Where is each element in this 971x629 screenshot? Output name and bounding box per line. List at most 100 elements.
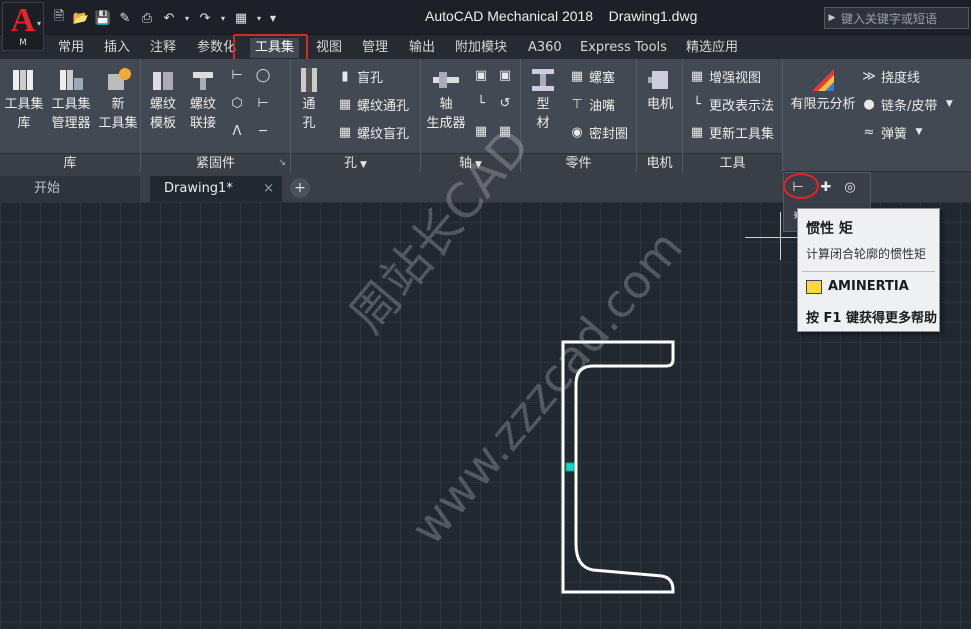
nut-icon[interactable]: ◯ [255,67,271,83]
panel-fasteners: 螺纹 模板 螺纹 联接 ⊢ ◯ ⬡ ⊢ Λ ─ 紧固件 ↘ [141,59,291,172]
shaft-section-icon[interactable]: └ [473,95,489,111]
tab-drawing1[interactable]: Drawing1* × [150,176,282,202]
retaining-ring-icon[interactable]: ↺ [497,95,513,111]
change-representation-button[interactable]: └ 更改表示法 [689,93,774,115]
open-file-icon[interactable]: 📂 [72,9,90,27]
mechanical-label: M [19,38,27,48]
panel-title-tools[interactable]: 工具 [683,153,782,172]
shaft-generator-button[interactable]: 轴 生成器 [423,65,469,133]
tab-featured-apps[interactable]: 精选应用 [686,38,738,58]
bearing-icon[interactable]: ▣ [497,67,513,83]
redo-dropdown-icon[interactable]: ▾ [218,9,228,27]
seal-ring-button[interactable]: ◉ 密封圈 [569,121,628,143]
panel-title-holes[interactable]: 孔 ▼ [291,153,420,172]
update-toolset-button[interactable]: ▦ 更新工具集 [689,121,774,143]
holes-dropdown-icon: ▼ [360,160,367,170]
toolset-manager-button[interactable]: 工具集 管理器 [50,65,92,133]
new-file-icon[interactable]: 🗎 [50,9,68,27]
chain-belt-button[interactable]: ● 链条/皮带 ▼ [861,93,961,115]
moment-of-inertia-icon[interactable]: ⊢ [790,179,806,195]
key-icon[interactable]: ▣ [473,67,489,83]
screw-connection-button[interactable]: 螺纹 联接 [185,65,221,133]
close-tab-icon[interactable]: × [263,176,274,202]
update-toolset-icon: ▦ [690,124,704,140]
screw-calculation-icon[interactable]: ◎ [842,179,858,195]
title-bar: 🗎 📂 💾 ✎ ⎙ ↶ ▾ ↷ ▾ ▦ ▾ ▼ AutoCAD Mechanic… [0,0,971,35]
toolset-library-button[interactable]: 工具集 库 [4,65,44,133]
panel-title-fasteners[interactable]: 紧固件 ↘ [141,153,290,172]
search-expand-icon[interactable]: ▶ [825,13,839,23]
motor-button[interactable]: 电机 [641,65,679,114]
spring-pin-icon[interactable]: Λ [229,123,245,139]
plug-button[interactable]: ▦ 螺塞 [569,65,615,87]
ribbon-tab-bar: 常用 插入 注释 参数化 工具集 视图 管理 输出 附加模块 A360 Expr… [0,35,971,87]
deflection-line-icon: ≫ [862,68,876,84]
through-hole-button[interactable]: 通 孔 [295,65,323,133]
tab-manage[interactable]: 管理 [362,38,388,58]
panel-launcher-icon[interactable]: ↘ [278,154,286,173]
application-menu-button[interactable]: A M ▾ [2,2,44,51]
print-icon[interactable]: ⎙ [138,9,156,27]
rivet-icon[interactable]: ─ [255,123,271,139]
tab-start[interactable]: 开始 [0,176,140,202]
tooltip-command: AMINERTIA [806,279,909,294]
tab-insert[interactable]: 插入 [104,38,130,58]
deflection-line-button[interactable]: ≫ 挠度线 [861,65,920,87]
new-toolset-button[interactable]: 新 工具集 [98,65,138,133]
lube-nipple-button[interactable]: ⊤ 油嘴 [569,93,615,115]
tab-home[interactable]: 常用 [58,38,84,58]
undo-icon[interactable]: ↶ [160,9,178,27]
screw-template-button[interactable]: 螺纹 模板 [145,65,181,133]
screw-connection-icon [188,65,218,95]
i-beam-icon [528,65,558,95]
save-as-icon[interactable]: ✎ [116,9,134,27]
undo-dropdown-icon[interactable]: ▾ [182,9,192,27]
tab-a360[interactable]: A360 [528,38,562,58]
window-title: AutoCAD Mechanical 2018 Drawing1.dwg [425,8,698,24]
grip-point[interactable] [565,462,575,472]
tooltip-title: 惯性 矩 [806,221,853,237]
chain-belt-dropdown-icon: ▼ [945,99,953,109]
workspace-icon[interactable]: ▦ [232,9,250,27]
search-input[interactable]: 键入关键字或短语 [839,10,968,27]
change-representation-icon: └ [693,96,701,112]
pin-icon[interactable]: ⊢ [255,95,271,111]
tooltip-help: 按 F1 键获得更多帮助 [806,311,937,326]
fea-button[interactable]: 有限元分析 [787,65,859,114]
panel-library: 工具集 库 工具集 管理器 新 工具集 库 [0,59,141,172]
tab-addins[interactable]: 附加模块 [455,38,507,58]
panel-title-motor[interactable]: 电机 [637,153,682,172]
new-tab-button[interactable]: + [290,178,310,198]
panel-tools: ▦ 增强视图 └ 更改表示法 ▦ 更新工具集 工具 [683,59,783,172]
tab-express-tools[interactable]: Express Tools [580,38,667,58]
washer-icon[interactable]: ⬡ [229,95,245,111]
spring-button[interactable]: ≈ 弹簧 ▼ [861,121,931,143]
crosshair-horizontal [745,237,805,238]
redo-icon[interactable]: ↷ [196,9,214,27]
spring-icon: ≈ [863,124,875,140]
panel-motor: 电机 电机 [637,59,683,172]
workspace-dropdown-icon[interactable]: ▾ [254,9,264,27]
tab-annotate[interactable]: 注释 [150,38,176,58]
screw-icon[interactable]: ⊢ [229,67,245,83]
tab-parametric[interactable]: 参数化 [197,38,236,58]
tapped-through-hole-button[interactable]: ▦ 螺纹通孔 [337,93,409,115]
customize-qat-icon[interactable]: ▼ [268,9,278,27]
tapped-blind-hole-button[interactable]: ▦ 螺纹盲孔 [337,121,409,143]
blind-hole-button[interactable]: ▮ 盲孔 [337,65,383,87]
beam-icon[interactable]: ✚ [818,179,834,195]
save-icon[interactable]: 💾 [94,9,112,27]
screw-template-icon [148,65,178,95]
panel-title-library[interactable]: 库 [0,153,140,172]
panel-calculations: 有限元分析 ≫ 挠度线 ● 链条/皮带 ▼ ≈ 弹簧 ▼ [783,59,971,172]
books-icon [9,65,39,95]
tab-toolset[interactable]: 工具集 [250,38,300,58]
search-box[interactable]: ▶ 键入关键字或短语 [824,7,969,29]
enhanced-view-button[interactable]: ▦ 增强视图 [689,65,761,87]
tooltip-description: 计算闭合轮廓的惯性矩 [806,247,927,261]
steel-shapes-button[interactable]: 型 材 [525,65,561,133]
tab-view[interactable]: 视图 [316,38,342,58]
tab-output[interactable]: 输出 [409,38,435,58]
library-manager-icon [56,65,86,95]
lube-nipple-icon: ⊤ [571,96,583,112]
